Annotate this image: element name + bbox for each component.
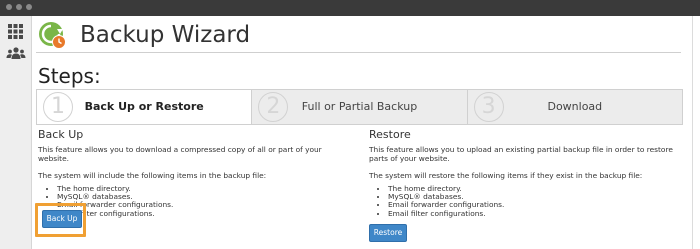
window-zoom-dot[interactable] <box>26 4 32 10</box>
backup-description: This feature allows you to download a co… <box>38 145 322 163</box>
steps-heading: Steps: <box>38 64 101 88</box>
sidebar <box>0 16 32 249</box>
restore-items-list: The home directory. MySQL® databases. Em… <box>369 184 679 218</box>
restore-includes-intro: The system will restore the following it… <box>369 171 643 180</box>
step-back-up-or-restore[interactable]: 1 Back Up or Restore <box>37 90 253 124</box>
wizard-steps: 1 Back Up or Restore 2 Full or Partial B… <box>36 89 683 125</box>
restore-section: Restore This feature allows you to uploa… <box>369 128 679 218</box>
step-download[interactable]: 3 Download <box>468 90 682 124</box>
backup-heading: Back Up <box>38 128 84 141</box>
restore-button[interactable]: Restore <box>369 224 407 242</box>
window-close-dot[interactable] <box>6 4 12 10</box>
step-label: Back Up or Restore <box>84 100 204 113</box>
step-label: Download <box>547 100 603 113</box>
step-label: Full or Partial Backup <box>301 100 418 113</box>
users-icon[interactable] <box>6 47 26 59</box>
backup-wizard-logo-icon <box>39 22 66 49</box>
back-up-button[interactable]: Back Up <box>42 210 82 228</box>
list-item: Email filter configurations. <box>57 209 348 218</box>
window-minimize-dot[interactable] <box>16 4 22 10</box>
restore-description: This feature allows you to upload an exi… <box>369 145 673 163</box>
window-titlebar <box>0 0 700 16</box>
page-title: Backup Wizard <box>80 22 251 48</box>
grid-icon[interactable] <box>8 24 23 39</box>
frame-divider <box>692 16 693 249</box>
header-divider <box>36 52 681 53</box>
restore-heading: Restore <box>369 128 411 141</box>
backup-includes-intro: The system will include the following it… <box>38 171 267 180</box>
step-full-or-partial-backup[interactable]: 2 Full or Partial Backup <box>252 90 468 124</box>
list-item: Email filter configurations. <box>388 209 679 218</box>
